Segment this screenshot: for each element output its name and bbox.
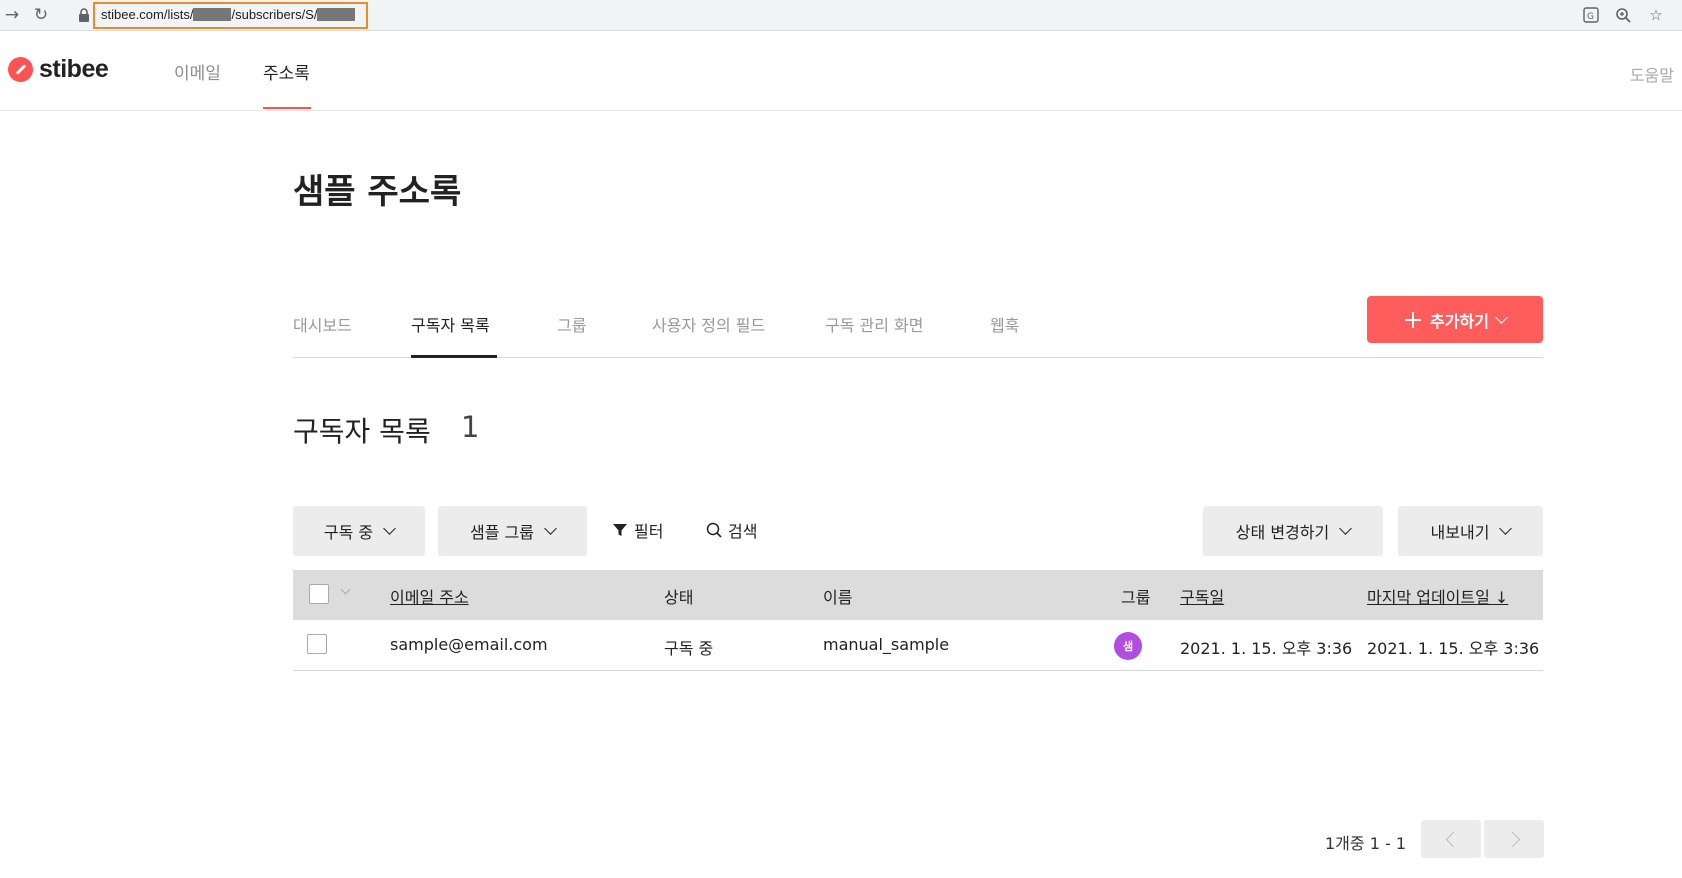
row-email[interactable]: sample@email.com — [390, 635, 548, 654]
redacted-segment — [193, 8, 232, 21]
search-icon — [706, 522, 722, 538]
subscriber-count: 1 — [461, 410, 480, 444]
logo-text: stibee — [39, 55, 109, 83]
column-name: 이름 — [823, 588, 853, 607]
chevron-right-icon — [1504, 831, 1520, 847]
chevron-down-icon — [1499, 522, 1513, 535]
prev-page-button[interactable] — [1421, 820, 1481, 858]
star-icon[interactable]: ☆ — [1645, 4, 1667, 26]
row-status: 구독 중 — [664, 639, 714, 658]
row-subscribed-date: 2021. 1. 15. 오후 3:36 — [1180, 639, 1353, 658]
redacted-segment — [317, 8, 356, 21]
lock-icon — [79, 8, 89, 22]
row-name: manual_sample — [823, 635, 950, 654]
chevron-down-icon — [1495, 310, 1508, 324]
plus-icon — [1405, 311, 1422, 328]
table-row[interactable]: sample@email.com 구독 중 manual_sample 샘 20… — [293, 620, 1543, 671]
browser-toolbar: → ↻ stibee.com/lists//subscribers/S/ G ☆ — [0, 0, 1682, 31]
add-button-label: 추가하기 — [1430, 311, 1489, 331]
search-label: 검색 — [728, 522, 758, 541]
select-all-checkbox[interactable] — [309, 584, 329, 604]
filter-icon — [613, 524, 627, 536]
section-title: 구독자 목록 — [293, 415, 431, 448]
row-last-updated: 2021. 1. 15. 오후 3:36 — [1367, 639, 1540, 658]
top-navigation: stibee 이메일 주소록 도움말 — [0, 31, 1682, 111]
page-title: 샘플 주소록 — [293, 172, 462, 212]
help-link[interactable]: 도움말 — [1630, 62, 1674, 86]
next-page-button[interactable] — [1484, 820, 1544, 858]
translate-icon[interactable]: G — [1580, 4, 1602, 26]
search-button[interactable]: 검색 — [706, 518, 757, 542]
svg-text:G: G — [1587, 12, 1594, 22]
row-checkbox[interactable] — [307, 634, 327, 654]
forward-icon[interactable]: → — [0, 3, 24, 27]
chevron-down-icon — [544, 522, 557, 535]
export-dropdown[interactable]: 내보내기 — [1398, 506, 1543, 556]
zoom-icon[interactable] — [1612, 4, 1634, 26]
column-group: 그룹 — [1121, 588, 1151, 607]
select-dropdown-icon[interactable] — [340, 584, 351, 595]
status-filter-label: 구독 중 — [323, 523, 374, 542]
export-label: 내보내기 — [1430, 523, 1490, 542]
tab-bar: 대시보드 구독자 목록 그룹 사용자 정의 필드 구독 관리 화면 웹훅 — [293, 296, 1543, 358]
status-filter-dropdown[interactable]: 구독 중 — [293, 506, 425, 556]
tab-subscriber-list[interactable]: 구독자 목록 — [411, 312, 490, 336]
column-subscribed-date[interactable]: 구독일 — [1180, 584, 1224, 608]
group-filter-dropdown[interactable]: 샘플 그룹 — [438, 506, 587, 556]
tab-active-indicator — [411, 355, 497, 358]
filter-label: 필터 — [634, 522, 664, 541]
tab-groups[interactable]: 그룹 — [557, 312, 586, 336]
pagination-info: 1개중 1 - 1 — [1325, 834, 1407, 853]
logo-icon — [8, 57, 33, 82]
nav-item-address-book[interactable]: 주소록 — [263, 59, 310, 84]
tab-dashboard[interactable]: 대시보드 — [293, 312, 352, 336]
reload-icon[interactable]: ↻ — [29, 3, 53, 27]
chevron-down-icon — [1339, 522, 1353, 535]
address-bar[interactable]: stibee.com/lists//subscribers/S/ — [65, 1, 1680, 29]
change-status-label: 상태 변경하기 — [1235, 523, 1330, 542]
column-last-updated[interactable]: 마지막 업데이트일 ↓ — [1367, 584, 1508, 608]
change-status-dropdown[interactable]: 상태 변경하기 — [1203, 506, 1383, 556]
tab-subscription-page[interactable]: 구독 관리 화면 — [825, 312, 924, 336]
url-text[interactable]: stibee.com/lists//subscribers/S/ — [101, 7, 356, 22]
stibee-logo[interactable]: stibee — [8, 55, 109, 84]
column-email[interactable]: 이메일 주소 — [390, 584, 469, 608]
table-header: 이메일 주소 상태 이름 그룹 구독일 마지막 업데이트일 ↓ — [293, 570, 1543, 620]
nav-item-email[interactable]: 이메일 — [174, 59, 221, 84]
tab-webhook[interactable]: 웹훅 — [990, 312, 1019, 336]
filter-button[interactable]: 필터 — [612, 518, 663, 542]
tab-custom-fields[interactable]: 사용자 정의 필드 — [652, 312, 765, 336]
chevron-down-icon — [383, 522, 396, 535]
column-status: 상태 — [664, 588, 694, 607]
nav-active-indicator — [263, 107, 311, 109]
chevron-left-icon — [1445, 831, 1461, 847]
group-badge: 샘 — [1114, 632, 1142, 660]
group-filter-label: 샘플 그룹 — [470, 523, 534, 542]
add-button[interactable]: 추가하기 — [1367, 296, 1543, 343]
